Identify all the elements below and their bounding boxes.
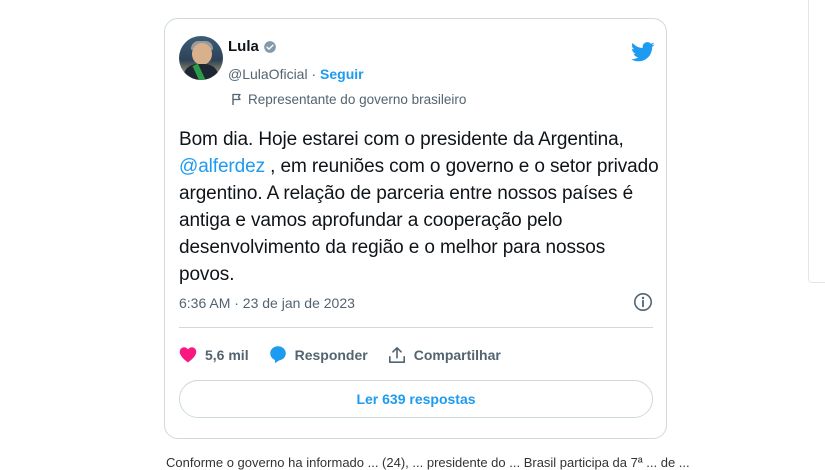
government-label: Representante do governo brasileiro bbox=[248, 92, 467, 107]
article-text-cutoff: Conforme o governo ha informado ... (24)… bbox=[166, 455, 690, 470]
author-name[interactable]: Lula bbox=[228, 38, 259, 55]
like-button[interactable]: 5,6 mil bbox=[179, 346, 249, 363]
like-count: 5,6 mil bbox=[205, 346, 249, 363]
embedded-tweet[interactable]: Lula @LulaOficial · Seguir Representante… bbox=[164, 18, 667, 439]
reply-label: Responder bbox=[294, 346, 368, 363]
tweet-text: Bom dia. Hoje estarei com o presidente d… bbox=[179, 126, 659, 288]
share-label: Compartilhar bbox=[413, 346, 501, 363]
heart-icon bbox=[179, 347, 197, 363]
author-row: Lula bbox=[228, 38, 277, 55]
twitter-bird-icon[interactable] bbox=[631, 41, 655, 63]
tweet-timestamp[interactable]: 6:36 AM · 23 de jan de 2023 bbox=[179, 295, 355, 311]
verified-badge-icon bbox=[264, 40, 276, 53]
tweet-text-part1: Bom dia. Hoje estarei com o presidente d… bbox=[179, 129, 624, 150]
avatar[interactable] bbox=[179, 36, 223, 80]
read-replies-button[interactable]: Ler 639 respostas bbox=[179, 380, 653, 418]
government-label-row: Representante do governo brasileiro bbox=[231, 92, 466, 107]
info-icon[interactable] bbox=[633, 292, 653, 312]
handle-separator: · bbox=[307, 66, 321, 82]
follow-link[interactable]: Seguir bbox=[320, 66, 364, 82]
flag-icon bbox=[232, 93, 241, 105]
share-icon bbox=[388, 346, 405, 363]
author-handle[interactable]: @LulaOficial bbox=[228, 66, 308, 82]
reply-button[interactable]: Responder bbox=[269, 345, 368, 364]
right-sidebar-panel bbox=[808, 0, 825, 283]
handle-row: @LulaOficial · Seguir bbox=[228, 66, 364, 82]
read-replies-label: Ler 639 respostas bbox=[356, 391, 476, 407]
tweet-actions: 5,6 mil Responder Compartilhar bbox=[179, 345, 521, 364]
share-button[interactable]: Compartilhar bbox=[388, 346, 501, 364]
divider bbox=[179, 327, 653, 328]
mention-link[interactable]: @alferdez bbox=[179, 156, 265, 177]
reply-bubble-icon bbox=[269, 346, 286, 364]
